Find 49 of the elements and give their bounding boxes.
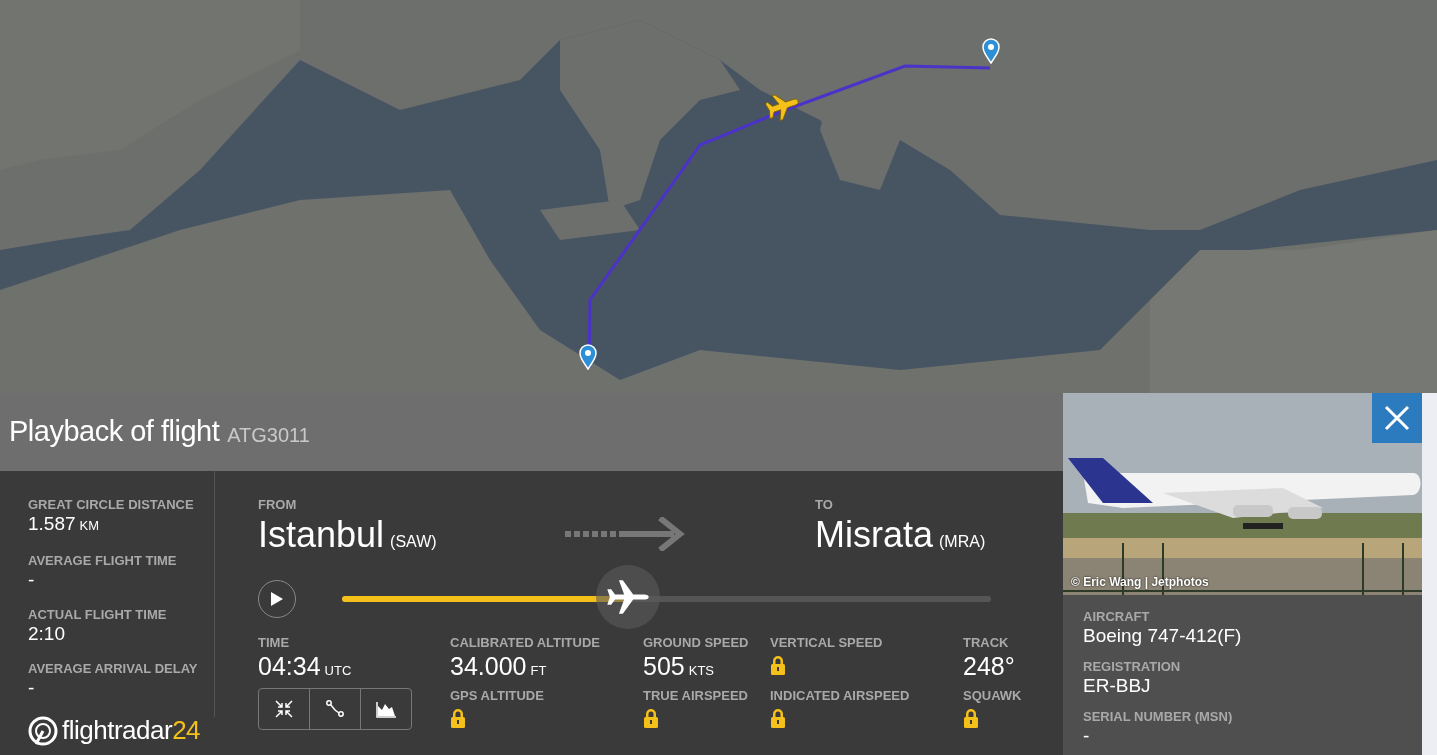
lock-icon — [450, 708, 466, 728]
play-icon — [270, 591, 284, 607]
stat-label: TIME — [258, 635, 291, 651]
stat-value: 1.587 KM — [28, 513, 101, 536]
stat-value: - — [28, 569, 36, 591]
stat-label: TRUE AIRSPEED — [643, 688, 749, 704]
close-button[interactable] — [1372, 393, 1422, 443]
panel-title: Playback of flight — [9, 414, 220, 450]
info-label: REGISTRATION — [1083, 659, 1182, 675]
city-name: Misrata (MRA) — [815, 513, 986, 557]
lock-icon — [963, 708, 979, 728]
stat-value: 34.000 FT — [450, 651, 548, 682]
stat-value: - — [28, 677, 36, 699]
from-label: FROM — [258, 497, 298, 513]
radar-logo-icon — [28, 715, 58, 746]
stat-label: ACTUAL FLIGHT TIME — [28, 607, 168, 623]
stat-label: GROUND SPEED — [643, 635, 750, 651]
info-value: Boeing 747-412(F) — [1083, 625, 1243, 647]
route-icon — [325, 699, 345, 719]
stat-value: 04:34 UTC — [258, 651, 353, 682]
stat-label: AVERAGE ARRIVAL DELAY — [28, 661, 199, 677]
info-value: ER-BBJ — [1083, 675, 1152, 697]
stat-label: AVERAGE FLIGHT TIME — [28, 553, 178, 569]
stat-value: 2:10 — [28, 623, 66, 645]
lock-icon — [643, 708, 659, 728]
airplane-icon — [605, 577, 650, 617]
stat-label: TRACK — [963, 635, 1010, 651]
info-label: AIRCRAFT — [1083, 609, 1151, 625]
stat-value: 248° — [963, 651, 1016, 681]
flight-number: ATG3011 — [227, 423, 310, 448]
close-icon — [1384, 405, 1410, 431]
playback-track[interactable] — [342, 596, 991, 602]
stat-value: 505 KTS — [643, 651, 715, 682]
stat-label: GREAT CIRCLE DISTANCE — [28, 497, 195, 513]
lock-icon — [770, 708, 786, 728]
stat-label: VERTICAL SPEED — [770, 635, 884, 651]
chart-icon — [375, 699, 397, 719]
info-label: SERIAL NUMBER (MSN) — [1083, 709, 1234, 725]
lock-icon — [770, 655, 786, 675]
stat-label: CALIBRATED ALTITUDE — [450, 635, 601, 651]
info-value: - — [1083, 725, 1091, 747]
city-name: Istanbul (SAW) — [258, 513, 438, 557]
stat-label: INDICATED AIRSPEED — [770, 688, 911, 704]
direction-arrow-icon — [565, 517, 685, 551]
stat-label: SQUAWK — [963, 688, 1023, 704]
stat-label: GPS ALTITUDE — [450, 688, 545, 704]
logo-text: flightradar24 — [62, 714, 201, 747]
collapse-icon — [274, 699, 294, 719]
to-label: TO — [815, 497, 834, 513]
